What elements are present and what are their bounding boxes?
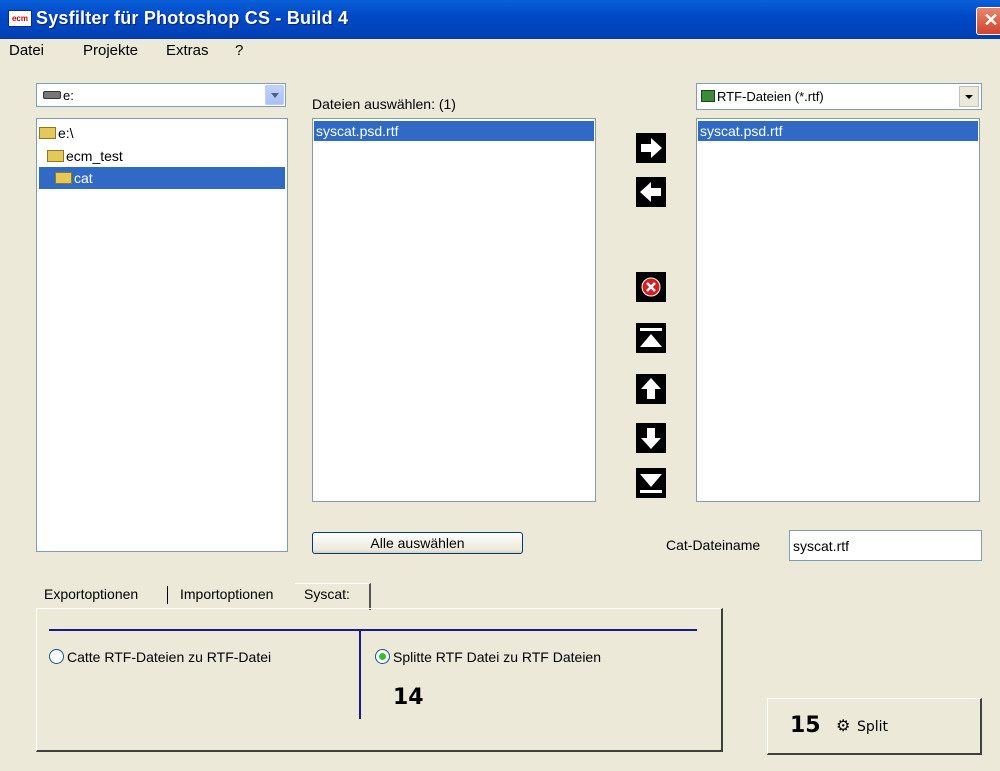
menu-help[interactable]: ? xyxy=(235,42,243,59)
split-label: Split xyxy=(857,719,889,735)
delete-icon xyxy=(641,277,661,297)
delete-button[interactable] xyxy=(636,272,666,302)
folder-icon xyxy=(39,127,56,139)
drive-value: e: xyxy=(63,88,74,103)
select-all-button[interactable]: Alle auswählen xyxy=(312,532,523,554)
list-item[interactable]: syscat.psd.rtf xyxy=(314,121,594,141)
radio-splitte[interactable] xyxy=(375,649,390,664)
arrow-left-icon xyxy=(640,182,661,202)
tree-item-ecm-test[interactable]: ecm_test xyxy=(47,145,285,167)
tab-exportoptionen[interactable]: Exportoptionen xyxy=(40,581,142,607)
move-down-button[interactable] xyxy=(636,423,666,453)
filter-value: RTF-Dateien (*.rtf) xyxy=(717,89,824,104)
close-button[interactable]: ✕ xyxy=(976,7,1000,35)
tree-item-cat[interactable]: cat xyxy=(39,167,285,189)
filter-select[interactable]: RTF-Dateien (*.rtf) xyxy=(696,83,982,110)
move-left-button[interactable] xyxy=(636,177,666,207)
annotation-14: 14 xyxy=(393,685,424,710)
app-icon: ecm xyxy=(8,10,32,27)
files-list[interactable]: syscat.psd.rtf xyxy=(312,118,596,502)
radio-catte-label: Catte RTF-Dateien zu RTF-Datei xyxy=(67,649,272,665)
menu-bar: Datei Projekte Extras ? xyxy=(0,39,1000,61)
tab-syscat[interactable]: Syscat: xyxy=(300,581,354,607)
folder-open-icon xyxy=(55,172,72,184)
move-bottom-button[interactable] xyxy=(636,468,666,498)
menu-projekte[interactable]: Projekte xyxy=(83,42,138,59)
menu-extras[interactable]: Extras xyxy=(166,42,209,59)
radio-splitte-label: Splitte RTF Datei zu RTF Dateien xyxy=(393,649,602,665)
split-button[interactable]: 15 ⚙ Split xyxy=(767,698,982,755)
drive-select[interactable]: e: xyxy=(36,83,286,107)
arrow-down-icon xyxy=(641,428,661,449)
selected-files-list[interactable]: syscat.psd.rtf xyxy=(696,118,980,502)
menu-datei[interactable]: Datei xyxy=(9,42,44,59)
arrow-right-icon xyxy=(641,138,662,158)
cat-filename-label: Cat-Dateiname xyxy=(666,537,761,553)
window-title: Sysfilter für Photoshop CS - Build 4 xyxy=(36,8,349,28)
files-label: Dateien auswählen: (1) xyxy=(312,96,456,112)
printer-icon xyxy=(701,90,715,102)
close-icon: ✕ xyxy=(983,10,999,30)
split-icon: ⚙ xyxy=(836,718,851,735)
tree-item-root[interactable]: e:\ xyxy=(39,121,285,145)
folder-icon xyxy=(47,150,64,162)
tab-importoptionen[interactable]: Importoptionen xyxy=(176,581,277,607)
cat-filename-input[interactable] xyxy=(789,530,982,561)
drive-icon xyxy=(43,91,61,99)
chevron-down-icon[interactable] xyxy=(265,85,284,105)
move-up-button[interactable] xyxy=(636,374,666,404)
radio-catte[interactable] xyxy=(49,649,64,664)
move-bottom-icon xyxy=(640,474,662,493)
move-right-button[interactable] xyxy=(636,133,666,163)
move-top-icon xyxy=(640,328,662,347)
folder-tree[interactable]: e:\ ecm_test cat xyxy=(36,118,288,552)
chevron-down-icon[interactable] xyxy=(959,86,979,107)
move-top-button[interactable] xyxy=(636,323,666,353)
annotation-15: 15 xyxy=(790,713,821,738)
list-item[interactable]: syscat.psd.rtf xyxy=(698,121,978,141)
arrow-up-icon xyxy=(641,378,661,399)
syscat-panel: Catte RTF-Dateien zu RTF-Datei Splitte R… xyxy=(36,608,723,752)
